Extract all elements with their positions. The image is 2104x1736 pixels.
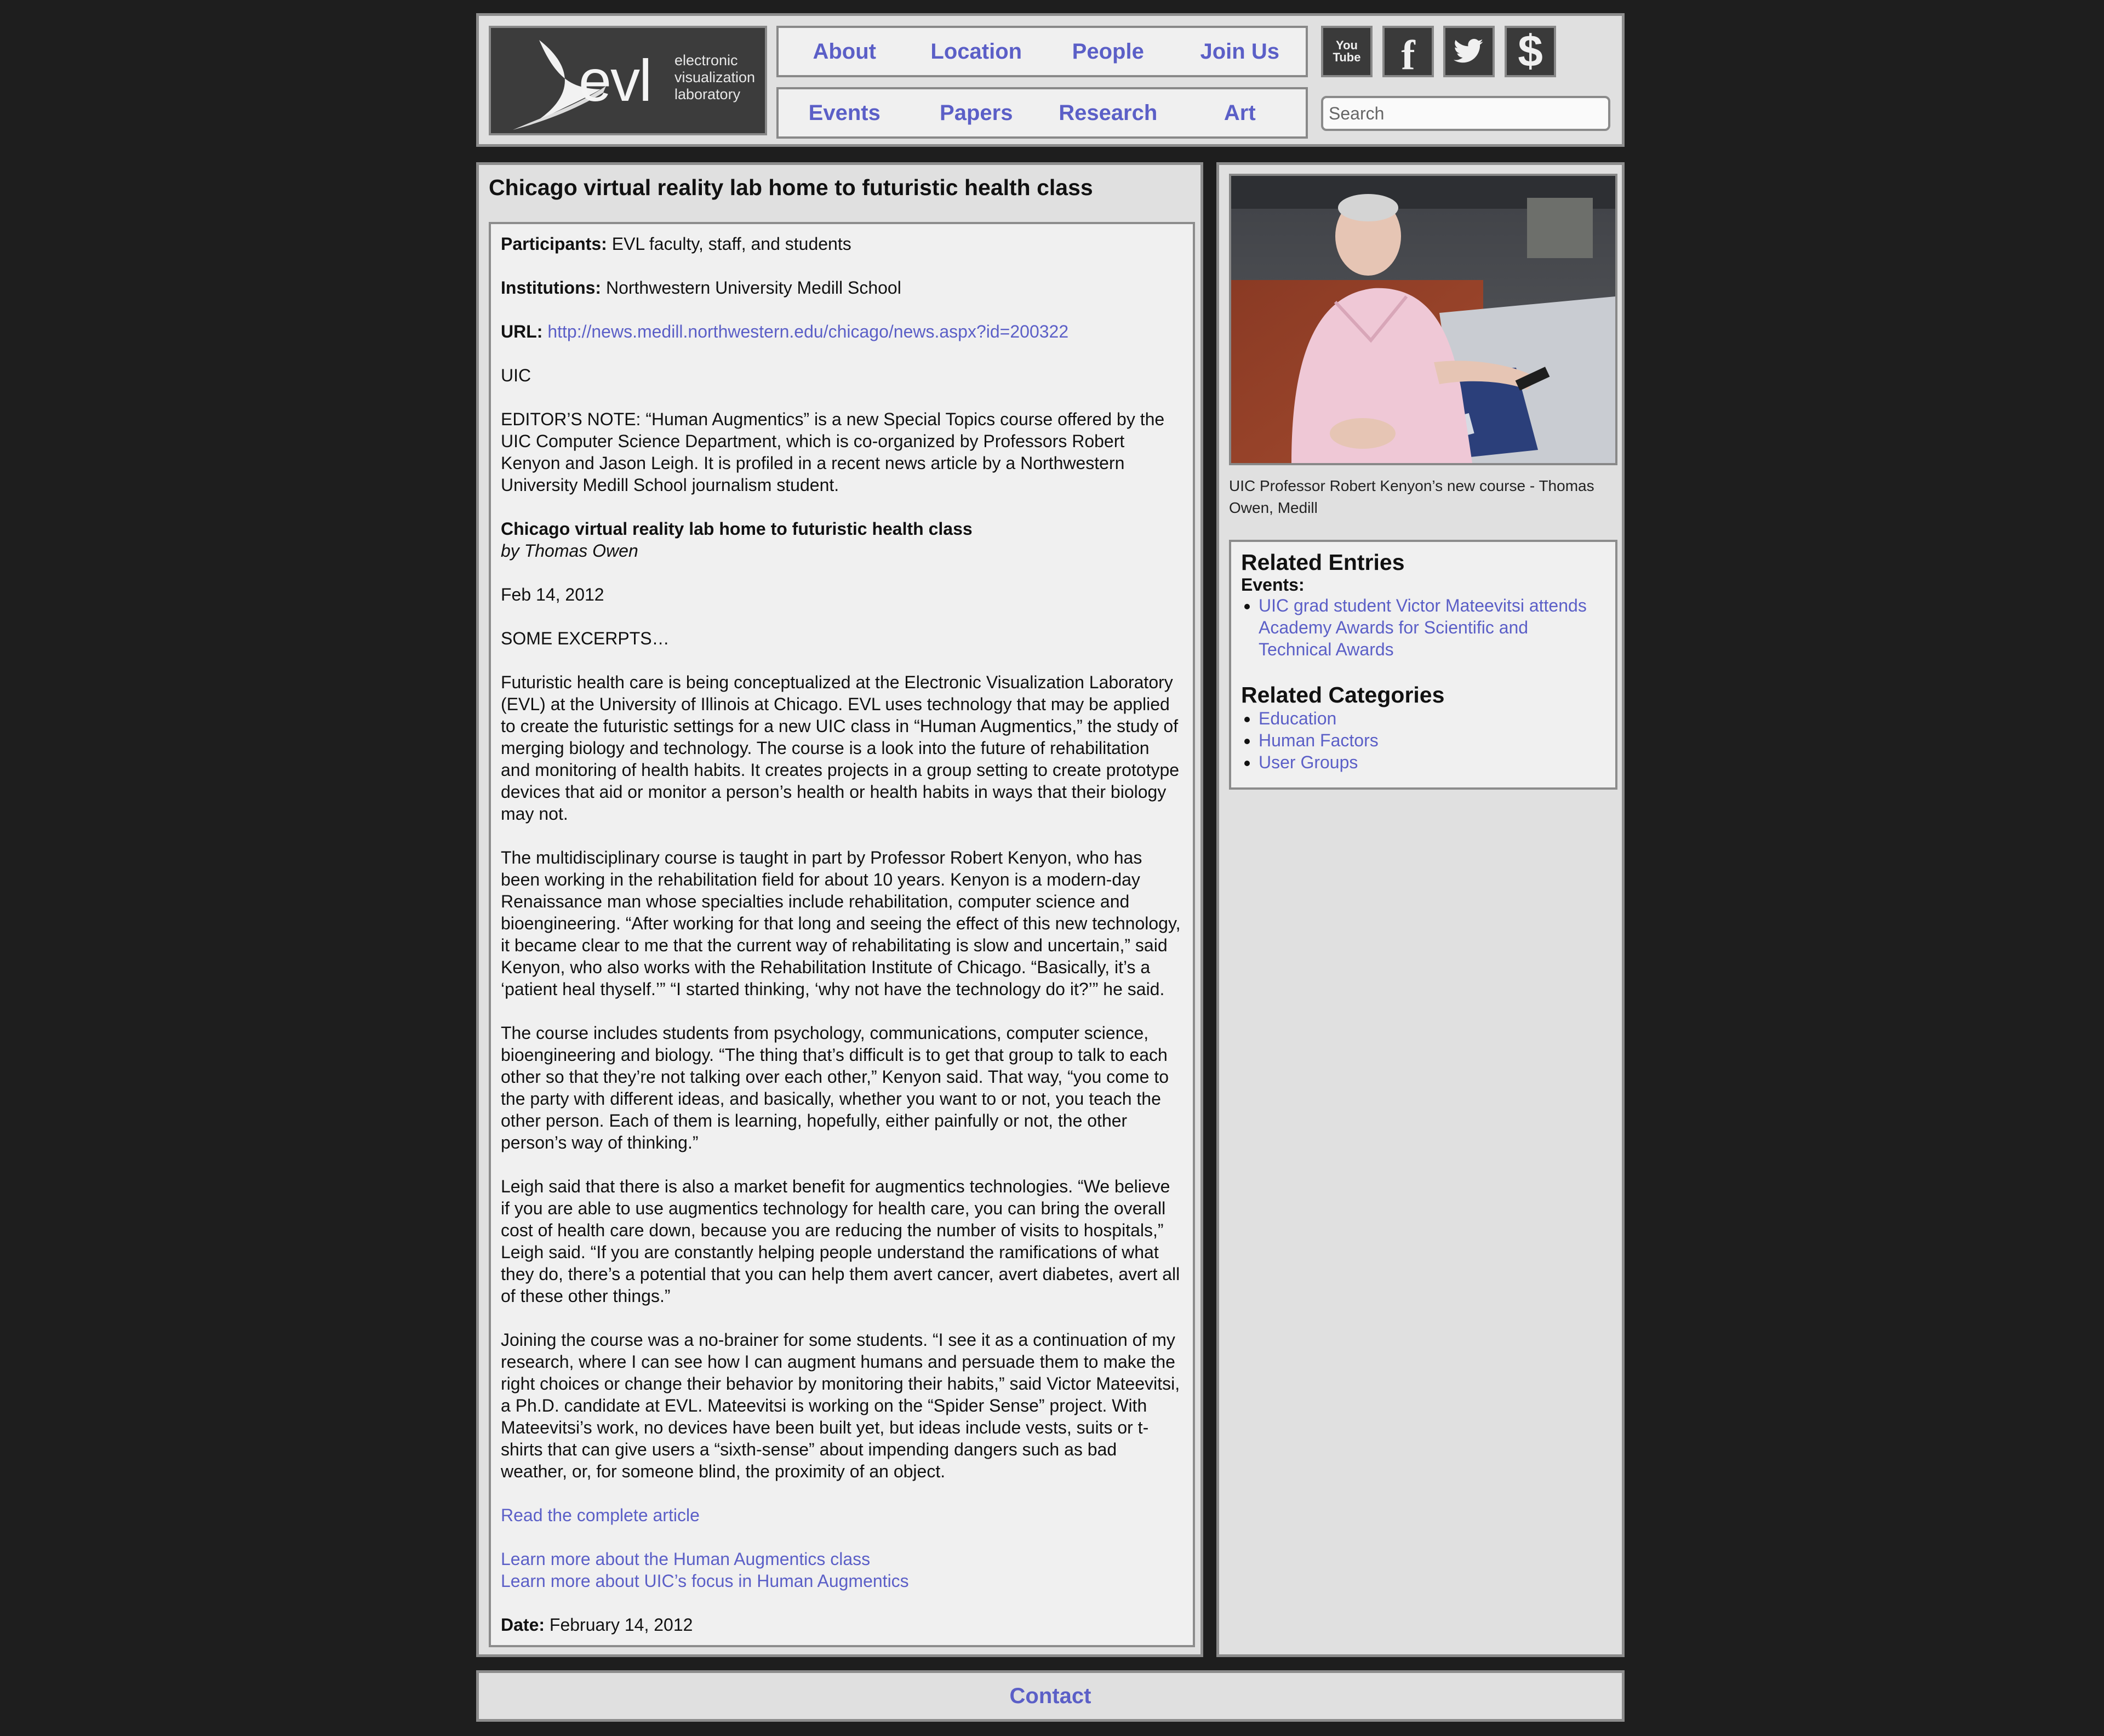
logo-line-3: laboratory xyxy=(674,86,741,102)
publication-date: Feb 14, 2012 xyxy=(501,585,604,604)
institutions-row: Institutions: Northwestern University Me… xyxy=(501,277,1183,299)
category-link-user-groups[interactable]: User Groups xyxy=(1259,752,1358,772)
youtube-label: You Tube xyxy=(1333,38,1361,64)
nav-join-us[interactable]: Join Us xyxy=(1174,39,1306,64)
site-header: evl electronic visualization laboratory … xyxy=(476,13,1625,147)
article-headline: Chicago virtual reality lab home to futu… xyxy=(501,518,1183,540)
paragraph-5: Joining the course was a no-brainer for … xyxy=(501,1330,1180,1481)
learn-focus-link[interactable]: Learn more about UIC’s focus in Human Au… xyxy=(501,1571,909,1591)
date-row: Date: February 14, 2012 xyxy=(501,1614,1183,1636)
nav-secondary: Events Papers Research Art xyxy=(776,87,1308,139)
category-link-human-factors[interactable]: Human Factors xyxy=(1259,730,1379,750)
categories-list: Education Human Factors User Groups xyxy=(1241,707,1605,773)
related-panel: Related Entries Events: UIC grad student… xyxy=(1229,540,1617,790)
photo-caption: UIC Professor Robert Kenyon’s new course… xyxy=(1229,477,1594,516)
logo-line-2: visualization xyxy=(674,69,756,85)
list-item: Education xyxy=(1259,707,1605,729)
paragraph-3: The course includes students from psycho… xyxy=(501,1023,1169,1152)
paragraph-4: Leigh said that there is also a market b… xyxy=(501,1177,1180,1306)
evl-logo[interactable]: evl electronic visualization laboratory xyxy=(489,26,767,135)
article-photo xyxy=(1229,174,1617,465)
editors-note: EDITOR’S NOTE: “Human Augmentics” is a n… xyxy=(501,409,1165,495)
article-body: Participants: EVL faculty, staff, and st… xyxy=(489,222,1195,1647)
dollar-icon[interactable]: $ xyxy=(1505,26,1556,77)
paragraph-1: Futuristic health care is being conceptu… xyxy=(501,672,1180,824)
participants-label: Participants: xyxy=(501,234,607,254)
site-footer: Contact xyxy=(476,1670,1625,1722)
main-content: Chicago virtual reality lab home to futu… xyxy=(476,162,1203,1657)
participants-value: EVL faculty, staff, and students xyxy=(611,234,851,254)
related-entries-heading: Related Entries xyxy=(1241,550,1405,575)
nav-location[interactable]: Location xyxy=(911,39,1043,64)
event-link[interactable]: UIC grad student Victor Mateevitsi atten… xyxy=(1259,596,1587,659)
nav-events[interactable]: Events xyxy=(779,101,911,125)
page-title: Chicago virtual reality lab home to futu… xyxy=(489,175,1093,200)
source-url-link[interactable]: http://news.medill.northwestern.edu/chic… xyxy=(547,322,1068,341)
twitter-icon[interactable] xyxy=(1443,26,1495,77)
nav-art[interactable]: Art xyxy=(1174,101,1306,125)
learn-more-row-2: Learn more about UIC’s focus in Human Au… xyxy=(501,1570,1183,1592)
institutions-value: Northwestern University Medill School xyxy=(605,278,901,298)
list-item: UIC grad student Victor Mateevitsi atten… xyxy=(1259,595,1605,660)
date-value: February 14, 2012 xyxy=(549,1615,693,1635)
logo-wordmark: evl xyxy=(579,47,652,113)
photo-illustration xyxy=(1231,176,1615,463)
byline-text: by Thomas Owen xyxy=(501,541,638,561)
url-row: URL: http://news.medill.northwestern.edu… xyxy=(501,321,1183,342)
learn-class-link[interactable]: Learn more about the Human Augmentics cl… xyxy=(501,1549,870,1569)
nav-about[interactable]: About xyxy=(779,39,911,64)
category-link-education[interactable]: Education xyxy=(1259,709,1336,728)
headline-text: Chicago virtual reality lab home to futu… xyxy=(501,519,973,539)
events-label: Events: xyxy=(1241,575,1305,595)
sidebar: UIC Professor Robert Kenyon’s new course… xyxy=(1216,162,1625,1657)
learn-more-row-1: Learn more about the Human Augmentics cl… xyxy=(501,1548,1183,1570)
article-byline: by Thomas Owen xyxy=(501,540,1183,562)
list-item: Human Factors xyxy=(1259,729,1605,751)
list-item: User Groups xyxy=(1259,751,1605,773)
facebook-icon[interactable]: f xyxy=(1382,26,1434,77)
uic-text: UIC xyxy=(501,366,531,385)
logo-subtitle: electronic visualization laboratory xyxy=(674,52,755,103)
related-categories-heading: Related Categories xyxy=(1241,682,1445,707)
participants-row: Participants: EVL faculty, staff, and st… xyxy=(501,233,1183,255)
contact-link[interactable]: Contact xyxy=(1010,1684,1091,1709)
youtube-icon[interactable]: You Tube xyxy=(1321,26,1373,77)
search-input[interactable] xyxy=(1321,96,1610,131)
nav-primary: About Location People Join Us xyxy=(776,26,1308,77)
nav-people[interactable]: People xyxy=(1042,39,1174,64)
read-article-link[interactable]: Read the complete article xyxy=(501,1505,700,1525)
nav-papers[interactable]: Papers xyxy=(911,101,1043,125)
date-label: Date: xyxy=(501,1615,545,1635)
url-label: URL: xyxy=(501,322,543,341)
logo-line-1: electronic xyxy=(674,52,738,68)
paragraph-2: The multidisciplinary course is taught i… xyxy=(501,848,1181,999)
excerpts-label: SOME EXCERPTS… xyxy=(501,629,670,648)
events-list: UIC grad student Victor Mateevitsi atten… xyxy=(1241,595,1605,660)
institutions-label: Institutions: xyxy=(501,278,602,298)
nav-research[interactable]: Research xyxy=(1042,101,1174,125)
read-more-row: Read the complete article xyxy=(501,1504,1183,1526)
